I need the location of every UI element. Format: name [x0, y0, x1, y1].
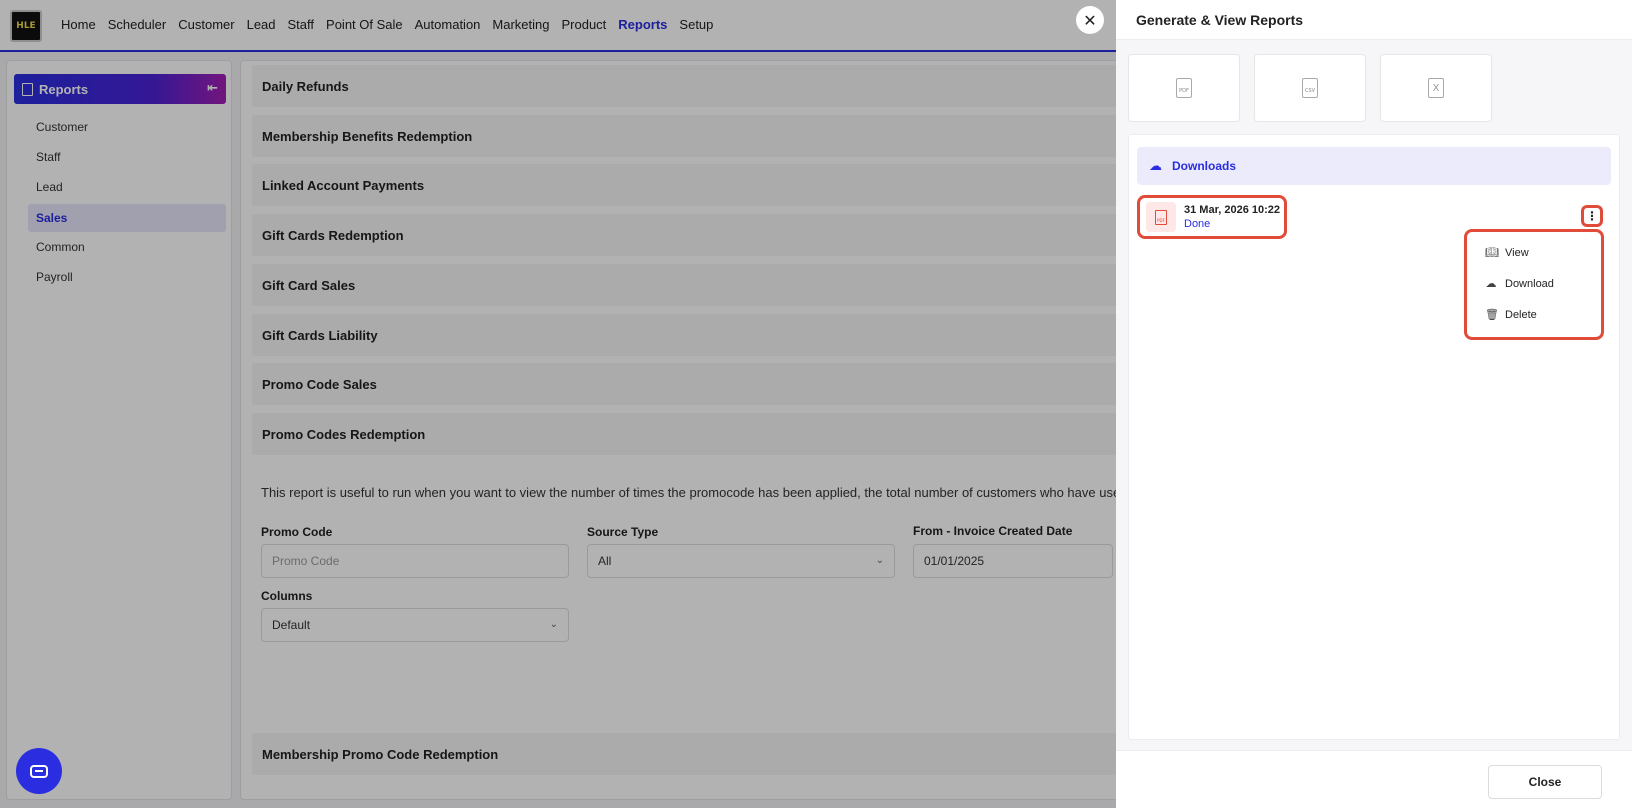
downloads-panel: ☁ Downloads PDF 31 Mar, 2026 10:22 Done …: [1128, 134, 1620, 740]
download-file-item[interactable]: PDF 31 Mar, 2026 10:22 Done: [1137, 195, 1287, 239]
menu-item-view-label: View: [1505, 246, 1529, 259]
pdf-icon: PDF: [1155, 209, 1167, 225]
more-options-button[interactable]: ⋮: [1581, 205, 1603, 227]
generate-reports-drawer: Generate & View Reports PDF CSV X ☁ Down…: [1116, 0, 1632, 808]
downloads-header[interactable]: ☁ Downloads: [1137, 147, 1611, 185]
csv-format-tile[interactable]: CSV: [1254, 54, 1366, 122]
chat-icon: [30, 764, 48, 778]
modal-overlay[interactable]: [0, 0, 1116, 808]
close-button[interactable]: Close: [1488, 765, 1602, 799]
pdf-badge: PDF: [1146, 202, 1176, 232]
drawer-footer: Close: [1116, 750, 1632, 808]
file-status: Done: [1184, 218, 1211, 230]
menu-item-download[interactable]: ☁ Download: [1485, 277, 1554, 290]
excel-format-tile[interactable]: X: [1380, 54, 1492, 122]
close-icon: ✕: [1083, 10, 1097, 30]
book-icon: 📖︎: [1485, 246, 1499, 259]
drawer-title: Generate & View Reports: [1116, 0, 1632, 40]
kebab-icon: ⋮: [1586, 209, 1598, 223]
menu-item-view[interactable]: 📖︎ View: [1485, 246, 1529, 259]
pdf-format-tile[interactable]: PDF: [1128, 54, 1240, 122]
cloud-download-icon: ☁: [1485, 277, 1497, 290]
menu-item-delete[interactable]: 🗑︎ Delete: [1485, 308, 1537, 321]
pdf-file-icon: PDF: [1176, 78, 1192, 98]
downloads-label: Downloads: [1172, 159, 1237, 173]
close-drawer-button[interactable]: ✕: [1076, 6, 1104, 34]
csv-file-icon: CSV: [1302, 78, 1318, 98]
chat-button[interactable]: [16, 748, 62, 794]
trash-icon: 🗑︎: [1485, 308, 1499, 321]
excel-file-icon: X: [1428, 78, 1444, 98]
file-actions-menu: 📖︎ View ☁ Download 🗑︎ Delete: [1464, 229, 1604, 340]
cloud-download-icon: ☁: [1149, 158, 1162, 174]
file-date: 31 Mar, 2026 10:22: [1184, 204, 1281, 216]
menu-item-delete-label: Delete: [1505, 308, 1537, 321]
menu-item-download-label: Download: [1505, 277, 1554, 290]
